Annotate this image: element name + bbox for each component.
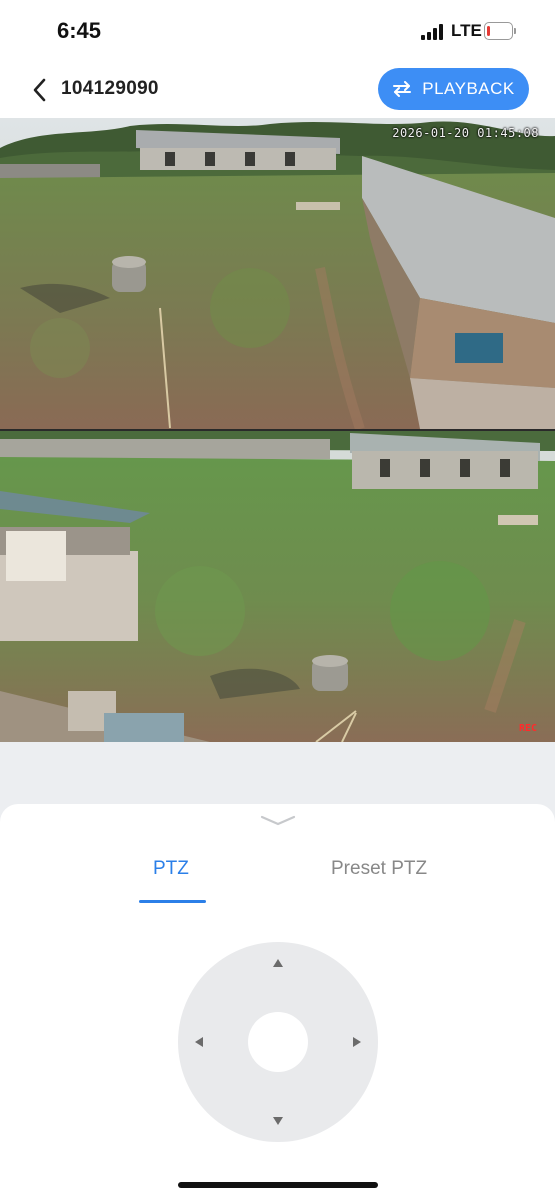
tab-ptz[interactable]: PTZ	[153, 858, 189, 880]
back-button[interactable]	[28, 76, 52, 104]
cellular-signal-icon	[421, 24, 443, 40]
camera-1-image	[0, 118, 555, 429]
status-bar: 6:45 LTE	[0, 0, 555, 62]
device-id-title: 104129090	[61, 78, 159, 99]
camera-1-timestamp: 2026-01-20 01:45:08	[392, 126, 539, 140]
ptz-direction-pad	[178, 942, 378, 1142]
nav-header: 104129090 PLAYBACK	[0, 62, 555, 118]
playback-button[interactable]: PLAYBACK	[378, 68, 529, 110]
battery-icon	[484, 22, 516, 40]
swap-arrows-icon	[393, 81, 412, 97]
ptz-control-sheet: PTZ Preset PTZ	[0, 804, 555, 1200]
camera-feed-1[interactable]: 2026-01-20 01:45:08	[0, 118, 555, 429]
network-type: LTE	[451, 21, 482, 40]
camera-feed-2[interactable]: REC	[0, 431, 555, 742]
camera-feeds: 2026-01-20 01:45:08 REC	[0, 118, 555, 742]
recording-indicator: REC	[518, 723, 537, 734]
playback-label: PLAYBACK	[422, 79, 515, 98]
arrow-left-icon[interactable]	[195, 1037, 203, 1047]
arrow-up-icon[interactable]	[273, 959, 283, 967]
chevron-left-icon	[33, 78, 46, 102]
chevron-down-icon[interactable]	[260, 814, 296, 828]
camera-2-image	[0, 431, 555, 742]
status-time: 6:45	[57, 18, 102, 43]
arrow-down-icon[interactable]	[273, 1117, 283, 1125]
tab-preset-ptz[interactable]: Preset PTZ	[331, 858, 427, 880]
arrow-right-icon[interactable]	[353, 1037, 361, 1047]
active-tab-indicator	[139, 900, 206, 903]
home-indicator[interactable]	[178, 1182, 378, 1188]
ptz-center-button[interactable]	[248, 1012, 308, 1072]
